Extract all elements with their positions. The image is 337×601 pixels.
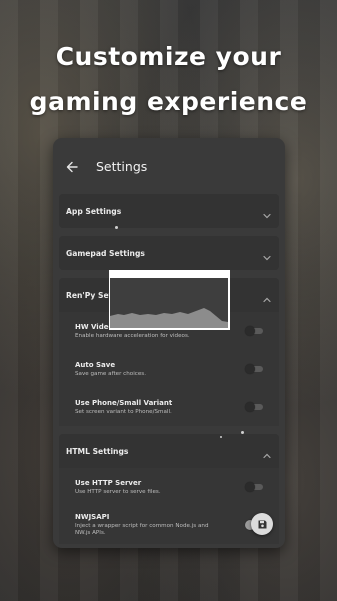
performance-graph <box>110 308 228 328</box>
section-gamepad-settings: Gamepad Settings <box>59 236 279 270</box>
save-icon <box>257 515 268 534</box>
arrow-back-icon[interactable] <box>65 159 79 173</box>
setting-row-phone-variant[interactable]: Use Phone/Small Variant Set screen varia… <box>59 388 279 426</box>
setting-title: Auto Save <box>75 360 116 369</box>
decor-dot <box>241 431 244 434</box>
headline-line-2: gaming experience <box>29 87 308 116</box>
section-header-html[interactable]: HTML Settings <box>59 434 279 468</box>
auto-save-toggle[interactable] <box>245 364 265 374</box>
section-header-app[interactable]: App Settings <box>59 194 279 228</box>
section-app-settings: App Settings <box>59 194 279 228</box>
promo-headline: Customize your gaming experience <box>0 34 337 124</box>
setting-title: Use HTTP Server <box>75 478 142 487</box>
decor-dot <box>220 436 222 438</box>
section-title: HTML Settings <box>66 446 129 456</box>
settings-screen: Settings App Settings Gamepad Settings R… <box>53 138 285 548</box>
section-title: Gamepad Settings <box>66 248 145 258</box>
performance-graph-overlay <box>109 270 230 330</box>
setting-subtitle: Save game after choices. <box>75 370 146 377</box>
setting-row-http-server[interactable]: Use HTTP Server Use HTTP server to serve… <box>59 468 279 506</box>
setting-subtitle: Enable hardware acceleration for videos. <box>75 332 190 339</box>
http-server-toggle[interactable] <box>245 482 265 492</box>
headline-line-1: Customize your <box>55 42 282 71</box>
section-html-settings: HTML Settings Use HTTP Server Use HTTP s… <box>59 434 279 544</box>
section-body-html: Use HTTP Server Use HTTP server to serve… <box>59 468 279 544</box>
phone-variant-toggle[interactable] <box>245 402 265 412</box>
setting-subtitle: Set screen variant to Phone/Small. <box>75 408 172 415</box>
setting-title: Use Phone/Small Variant <box>75 398 173 407</box>
setting-row-nwjsapi[interactable]: NWJSAPI Inject a wrapper script for comm… <box>59 506 279 544</box>
setting-subtitle: Inject a wrapper script for common Node.… <box>75 523 209 536</box>
setting-subtitle: Use HTTP server to serve files. <box>75 488 161 495</box>
section-title: App Settings <box>66 206 122 216</box>
decor-dot <box>115 226 118 229</box>
save-fab[interactable] <box>251 513 273 535</box>
app-bar: Settings <box>53 138 285 194</box>
hw-video-toggle[interactable] <box>245 326 265 336</box>
section-header-gamepad[interactable]: Gamepad Settings <box>59 236 279 270</box>
chevron-down-icon <box>262 248 272 261</box>
setting-title: NWJSAPI <box>75 513 110 521</box>
chevron-up-icon <box>262 446 272 459</box>
page-title: Settings <box>96 158 148 174</box>
setting-row-auto-save[interactable]: Auto Save Save game after choices. <box>59 350 279 388</box>
chevron-down-icon <box>262 206 272 219</box>
chevron-up-icon <box>262 290 272 303</box>
